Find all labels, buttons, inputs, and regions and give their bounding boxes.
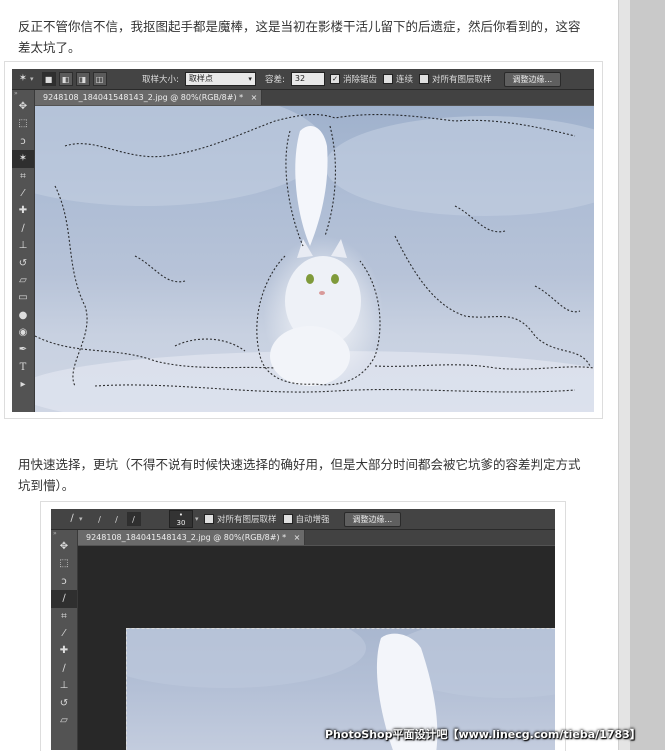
document-canvas[interactable]	[35, 106, 594, 412]
history-brush-icon[interactable]: ↺	[51, 695, 77, 712]
eraser-icon[interactable]: ▱	[51, 712, 77, 729]
tolerance-input[interactable]: 32	[290, 72, 325, 86]
brush-icon[interactable]: ∕	[12, 220, 34, 237]
type-icon[interactable]: T	[12, 359, 34, 376]
collapse-icon[interactable]: »	[51, 530, 77, 538]
crop-icon[interactable]: ⌗	[51, 608, 77, 625]
healing-brush-icon[interactable]: ✚	[12, 202, 34, 219]
sample-all-layers-checkbox[interactable]	[419, 74, 430, 84]
contiguous-label: 连续	[396, 75, 414, 85]
tolerance-label: 容差:	[265, 75, 285, 85]
document-tab-title: 9248108_184041548143_2.jpg @ 80%(RGB/8#)…	[86, 533, 287, 542]
document-tab[interactable]: 9248108_184041548143_2.jpg @ 80%(RGB/8#)…	[78, 530, 306, 545]
healing-brush-icon[interactable]: ✚	[51, 642, 77, 659]
intersect-selection-icon[interactable]: ◫	[92, 72, 107, 86]
collapse-icon[interactable]: »	[12, 90, 34, 98]
brush-size-picker[interactable]: • 30	[169, 510, 193, 528]
marquee-icon[interactable]: ⬚	[12, 115, 34, 132]
new-quick-selection-icon[interactable]: ∕	[93, 512, 107, 526]
add-quick-selection-icon[interactable]: ∕	[110, 512, 124, 526]
watermark: PhotoShop平面设计吧【www.linecg.com/tieba/1783…	[325, 728, 641, 741]
contiguous-checkbox[interactable]	[383, 74, 394, 84]
pen-icon[interactable]: ✒	[12, 341, 34, 358]
sample-size-select[interactable]: 取样点	[184, 72, 256, 86]
blur-icon[interactable]: ●	[12, 307, 34, 324]
sample-all-layers-label: 对所有图层取样	[432, 75, 492, 85]
path-select-icon[interactable]: ▸	[12, 376, 34, 393]
auto-enhance-label: 自动增强	[295, 515, 330, 525]
sample-size-label: 取样大小:	[142, 75, 179, 85]
refine-edge-button[interactable]: 调整边缘...	[343, 511, 402, 527]
dodge-icon[interactable]: ◉	[12, 324, 34, 341]
close-icon[interactable]: ×	[294, 533, 301, 542]
options-bar: ✶ ▾ ■ ◧ ◨ ◫ 取样大小: 取样点 容差: 32 ✓ 消除锯齿 连续 对…	[12, 69, 594, 90]
clone-stamp-icon[interactable]: ⊥	[51, 677, 77, 694]
move-icon[interactable]: ✥	[51, 538, 77, 555]
pasteboard	[78, 546, 555, 750]
sample-all-layers-checkbox[interactable]	[204, 514, 214, 524]
anti-alias-checkbox[interactable]: ✓	[330, 74, 340, 84]
add-selection-icon[interactable]: ◧	[58, 72, 73, 86]
subtract-selection-icon[interactable]: ◨	[75, 72, 90, 86]
subtract-quick-selection-icon[interactable]: ∕	[126, 512, 141, 526]
close-icon[interactable]: ×	[251, 93, 258, 102]
cat-photo	[35, 106, 594, 412]
document-tab-title: 9248108_184041548143_2.jpg @ 80%(RGB/8#)…	[43, 93, 244, 102]
brush-icon[interactable]: ∕	[51, 660, 77, 677]
article-paragraph-1: 反正不管你信不信，我抠图起手都是魔棒，这是当初在影楼干活儿留下的后遗症，然后你看…	[18, 18, 581, 55]
move-icon[interactable]: ✥	[12, 98, 34, 115]
magic-wand-icon[interactable]: ✶	[16, 72, 30, 86]
new-selection-icon[interactable]: ■	[41, 72, 56, 86]
refine-edge-button[interactable]: 调整边缘...	[503, 71, 562, 87]
eyedropper-icon[interactable]: ⁄	[12, 185, 34, 202]
photoshop-screenshot-magic-wand: ✶ ▾ ■ ◧ ◨ ◫ 取样大小: 取样点 容差: 32 ✓ 消除锯齿 连续 对…	[12, 69, 594, 412]
document-tab[interactable]: 9248108_184041548143_2.jpg @ 80%(RGB/8#)…	[35, 90, 263, 105]
crop-icon[interactable]: ⌗	[12, 168, 34, 185]
quick-select-icon[interactable]: ∕	[65, 512, 79, 526]
page-side-panel	[630, 0, 665, 750]
sample-all-layers-label: 对所有图层取样	[217, 515, 277, 525]
article-paragraph-2: 用快速选择，更坑（不得不说有时候快速选择的确好用，但是大部分时间都会被它坑爹的容…	[18, 456, 581, 493]
eyedropper-icon[interactable]: ⁄	[51, 625, 77, 642]
lasso-icon[interactable]: ↄ	[12, 133, 34, 150]
auto-enhance-checkbox[interactable]	[282, 514, 293, 524]
history-brush-icon[interactable]: ↺	[12, 255, 34, 272]
eraser-icon[interactable]: ▱	[12, 272, 34, 289]
lasso-icon[interactable]: ↄ	[51, 573, 77, 590]
quick-select-icon[interactable]: ∕	[51, 590, 77, 608]
anti-alias-label: 消除锯齿	[343, 75, 378, 85]
toolbox: » ✥ ⬚ ↄ ✶ ⌗ ⁄ ✚ ∕ ⊥ ↺ ▱ ▭ ● ◉ ✒ T ▸	[12, 90, 35, 412]
options-bar: ∕ ▾ ∕ ∕ ∕ • 30 ▾ 对所有图层取样 自动增强 调整边缘...	[51, 509, 555, 530]
photoshop-screenshot-quick-select: ∕ ▾ ∕ ∕ ∕ • 30 ▾ 对所有图层取样 自动增强 调整边缘... 924…	[51, 509, 555, 750]
magic-wand-icon[interactable]: ✶	[12, 150, 34, 168]
clone-stamp-icon[interactable]: ⊥	[12, 237, 34, 254]
marquee-icon[interactable]: ⬚	[51, 555, 77, 572]
gradient-icon[interactable]: ▭	[12, 289, 34, 306]
brush-size-value: 30	[176, 519, 186, 527]
toolbox: » ✥ ⬚ ↄ ∕ ⌗ ⁄ ✚ ∕ ⊥ ↺ ▱	[51, 530, 78, 750]
